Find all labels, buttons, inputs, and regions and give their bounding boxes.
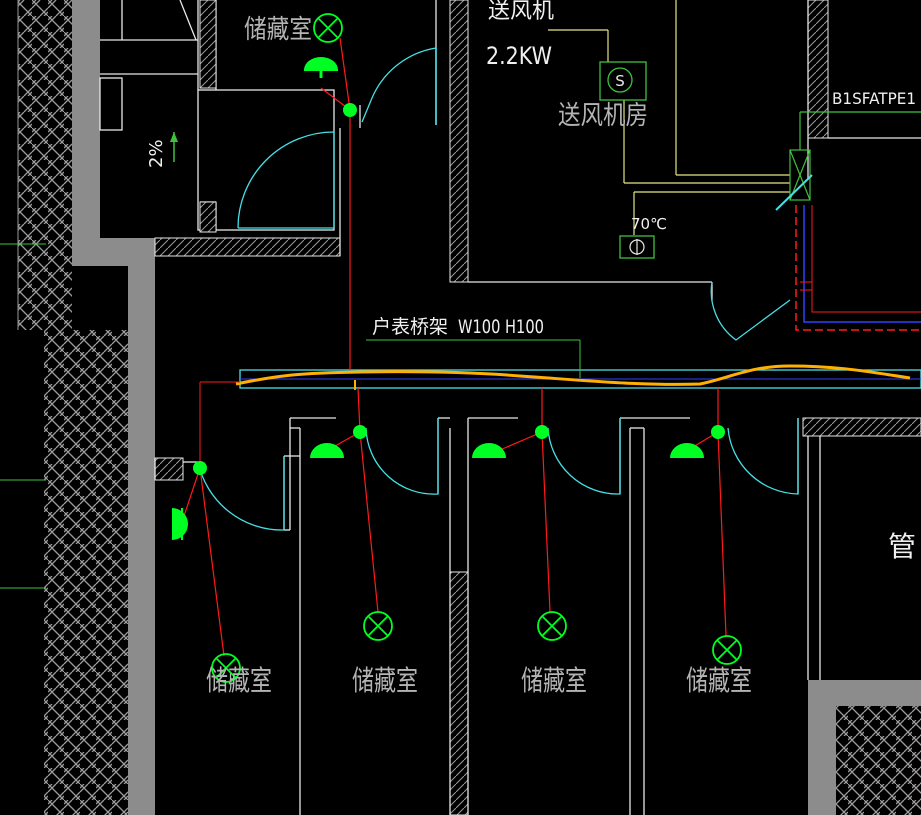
ceiling-lamp-room4 — [712, 635, 742, 665]
room-label-storage-1: 储藏室 — [206, 664, 272, 697]
slope-label: 2% — [146, 139, 167, 168]
ceiling-lamp-room3 — [537, 611, 567, 641]
slope-arrow-icon — [170, 132, 178, 162]
fan-symbol: S — [599, 61, 647, 101]
cable-tray-size-label: W100 H100 — [458, 316, 544, 338]
damper-temp-label: 70℃ — [631, 215, 667, 233]
bottom-right-wall — [808, 680, 921, 815]
room-label-storage-3: 储藏室 — [521, 664, 587, 697]
cable-tray — [235, 364, 921, 389]
cable-tray-label: 户表桥架 — [372, 316, 448, 338]
fan-name-label: 送风机 — [488, 0, 554, 24]
panel-code-label: B1SFATPE1 — [832, 89, 916, 108]
room-label-pipe-shaft: 管 — [888, 530, 916, 563]
ceiling-lamp-top — [313, 13, 343, 43]
fan-power-label: 2.2KW — [486, 42, 552, 70]
room-label-storage-4: 储藏室 — [686, 664, 752, 697]
floor-plan-drawing: S 储藏室 送风机 2.2KW 送风机房 B1SFATPE1 70℃ 户表桥架 … — [0, 0, 921, 815]
ceiling-lamp-icons — [211, 13, 742, 683]
fan-room-label: 送风机房 — [558, 101, 648, 131]
room-label-storage-top: 储藏室 — [244, 15, 312, 45]
ceiling-lamp-room2 — [363, 611, 393, 641]
fire-damper-symbol — [619, 235, 655, 259]
fan-room-walls — [339, 0, 921, 300]
labels: 储藏室 送风机 2.2KW 送风机房 B1SFATPE1 70℃ 户表桥架 W1… — [146, 0, 916, 697]
room-label-storage-2: 储藏室 — [352, 664, 418, 697]
power-routing-lines — [795, 205, 921, 331]
fan-symbol-letter: S — [615, 72, 625, 90]
